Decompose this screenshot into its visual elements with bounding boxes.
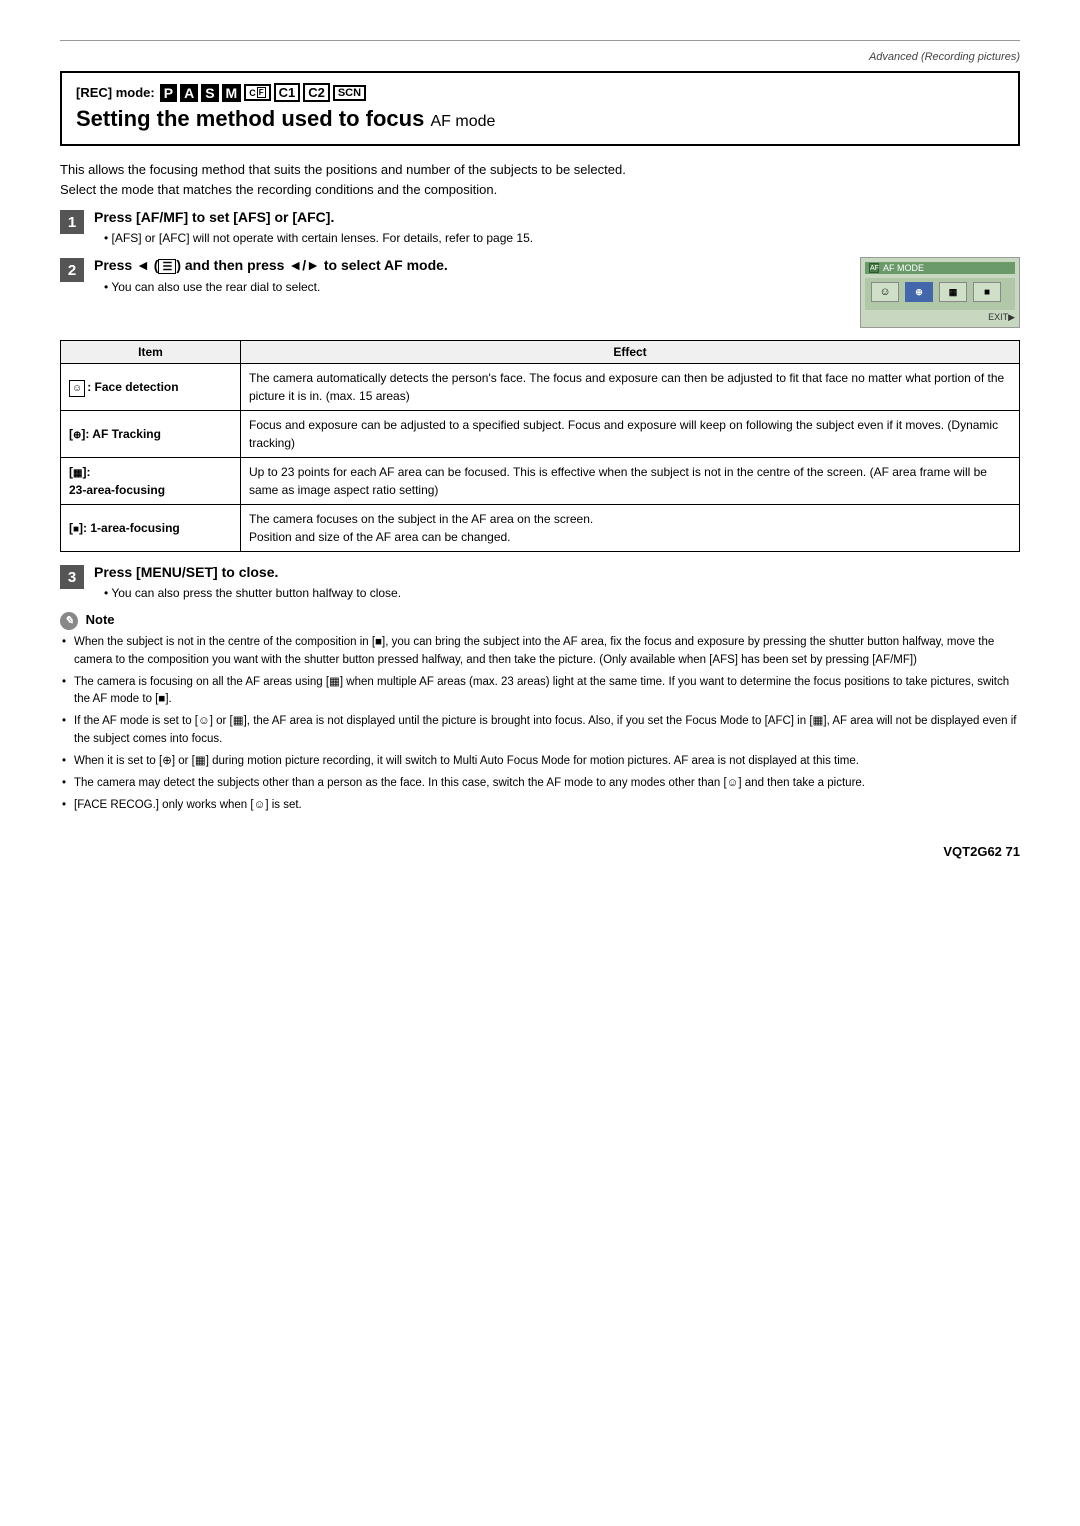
step-3-note: You can also press the shutter button ha…: [104, 584, 1020, 602]
badge-c1: C1: [274, 83, 301, 102]
table-row: [▦]:23-area-focusing Up to 23 points for…: [61, 458, 1020, 505]
step-2-number: 2: [60, 258, 84, 282]
badge-cf: CF: [244, 84, 270, 101]
note-label: Note: [86, 612, 115, 627]
camera-screen-exit: EXIT▶: [865, 310, 1015, 323]
table-effect-tracking: Focus and exposure can be adjusted to a …: [241, 411, 1020, 458]
page-footer: VQT2G62 71: [60, 844, 1020, 859]
table-header-item: Item: [61, 341, 241, 364]
table-item-multi: [▦]:23-area-focusing: [61, 458, 241, 505]
badge-s: S: [201, 84, 218, 102]
rec-mode-label: [REC] mode:: [76, 85, 155, 100]
step-2-content: Press ◄ (☰) and then press ◄/► to select…: [94, 257, 1020, 328]
step-1-content: Press [AF/MF] to set [AFS] or [AFC]. [AF…: [94, 209, 1020, 247]
cam-icon-multi: ▦: [939, 282, 967, 302]
badge-c2: C2: [303, 83, 330, 102]
table-header-effect: Effect: [241, 341, 1020, 364]
face-icon: ☺: [69, 380, 85, 397]
section-subtitle-text: AF mode: [430, 113, 495, 130]
cam-icon-face: ☺: [871, 282, 899, 302]
badge-a: A: [180, 84, 198, 102]
step-2-note: You can also use the rear dial to select…: [104, 278, 846, 296]
badge-m: M: [222, 84, 242, 102]
top-divider: [60, 40, 1020, 41]
badge-p: P: [160, 84, 177, 102]
table-row: [■]: 1-area-focusing The camera focuses …: [61, 505, 1020, 552]
main-section-box: [REC] mode: P A S M CF C1 C2 SCN Setting…: [60, 71, 1020, 146]
table-item-face: ☺: Face detection: [61, 364, 241, 411]
step-2-title: Press ◄ (☰) and then press ◄/► to select…: [94, 257, 846, 274]
page-header: Advanced (Recording pictures): [60, 51, 1020, 63]
intro-line-1: This allows the focusing method that sui…: [60, 160, 1020, 180]
effect-table: Item Effect ☺: Face detection The camera…: [60, 340, 1020, 552]
note-item: [FACE RECOG.] only works when [☺] is set…: [60, 797, 1020, 815]
step-1-number: 1: [60, 210, 84, 234]
badge-scn: SCN: [333, 85, 366, 101]
rec-mode-line: [REC] mode: P A S M CF C1 C2 SCN: [76, 83, 1004, 102]
mode-badges: P A S M CF C1 C2 SCN: [159, 83, 367, 102]
table-effect-single: The camera focuses on the subject in the…: [241, 505, 1020, 552]
table-effect-multi: Up to 23 points for each AF area can be …: [241, 458, 1020, 505]
camera-screen: AF AF MODE ☺ ⊕ ▦ ■ EXIT▶: [860, 257, 1020, 328]
note-item: When the subject is not in the centre of…: [60, 634, 1020, 670]
table-row: [⊕]: AF Tracking Focus and exposure can …: [61, 411, 1020, 458]
af-mode-label: AF MODE: [883, 263, 924, 273]
table-effect-face: The camera automatically detects the per…: [241, 364, 1020, 411]
cam-icon-tracking: ⊕: [905, 282, 933, 302]
section-title: Setting the method used to focus AF mode: [76, 106, 1004, 132]
step-3-content: Press [MENU/SET] to close. You can also …: [94, 564, 1020, 602]
intro-line-2: Select the mode that matches the recordi…: [60, 180, 1020, 200]
note-icon: ✎: [60, 612, 78, 630]
note-header: ✎ Note: [60, 612, 1020, 630]
note-item: The camera may detect the subjects other…: [60, 775, 1020, 793]
intro-text: This allows the focusing method that sui…: [60, 160, 1020, 199]
step-3-container: 3 Press [MENU/SET] to close. You can als…: [60, 564, 1020, 602]
step-2-text: Press ◄ (☰) and then press ◄/► to select…: [94, 257, 846, 296]
exit-label: EXIT: [988, 312, 1008, 322]
step-3-title: Press [MENU/SET] to close.: [94, 564, 1020, 580]
note-items-list: When the subject is not in the centre of…: [60, 634, 1020, 814]
table-row: ☺: Face detection The camera automatical…: [61, 364, 1020, 411]
note-section: ✎ Note When the subject is not in the ce…: [60, 612, 1020, 814]
camera-screen-title: AF AF MODE: [865, 262, 1015, 274]
step-1-note: [AFS] or [AFC] will not operate with cer…: [104, 229, 1020, 247]
table-item-tracking: [⊕]: AF Tracking: [61, 411, 241, 458]
step-2-container: 2 Press ◄ (☰) and then press ◄/► to sele…: [60, 257, 1020, 328]
step-1-title: Press [AF/MF] to set [AFS] or [AFC].: [94, 209, 1020, 225]
step-1-container: 1 Press [AF/MF] to set [AFS] or [AFC]. […: [60, 209, 1020, 247]
step-3-number: 3: [60, 565, 84, 589]
note-item: The camera is focusing on all the AF are…: [60, 674, 1020, 710]
table-item-single: [■]: 1-area-focusing: [61, 505, 241, 552]
note-item: If the AF mode is set to [☺] or [▦], the…: [60, 713, 1020, 749]
section-title-text: Setting the method used to focus: [76, 106, 424, 131]
note-item: When it is set to [⊕] or [▦] during moti…: [60, 753, 1020, 771]
cam-icon-single: ■: [973, 282, 1001, 302]
camera-af-icon: AF: [869, 263, 879, 273]
camera-screen-icons: ☺ ⊕ ▦ ■: [865, 278, 1015, 310]
